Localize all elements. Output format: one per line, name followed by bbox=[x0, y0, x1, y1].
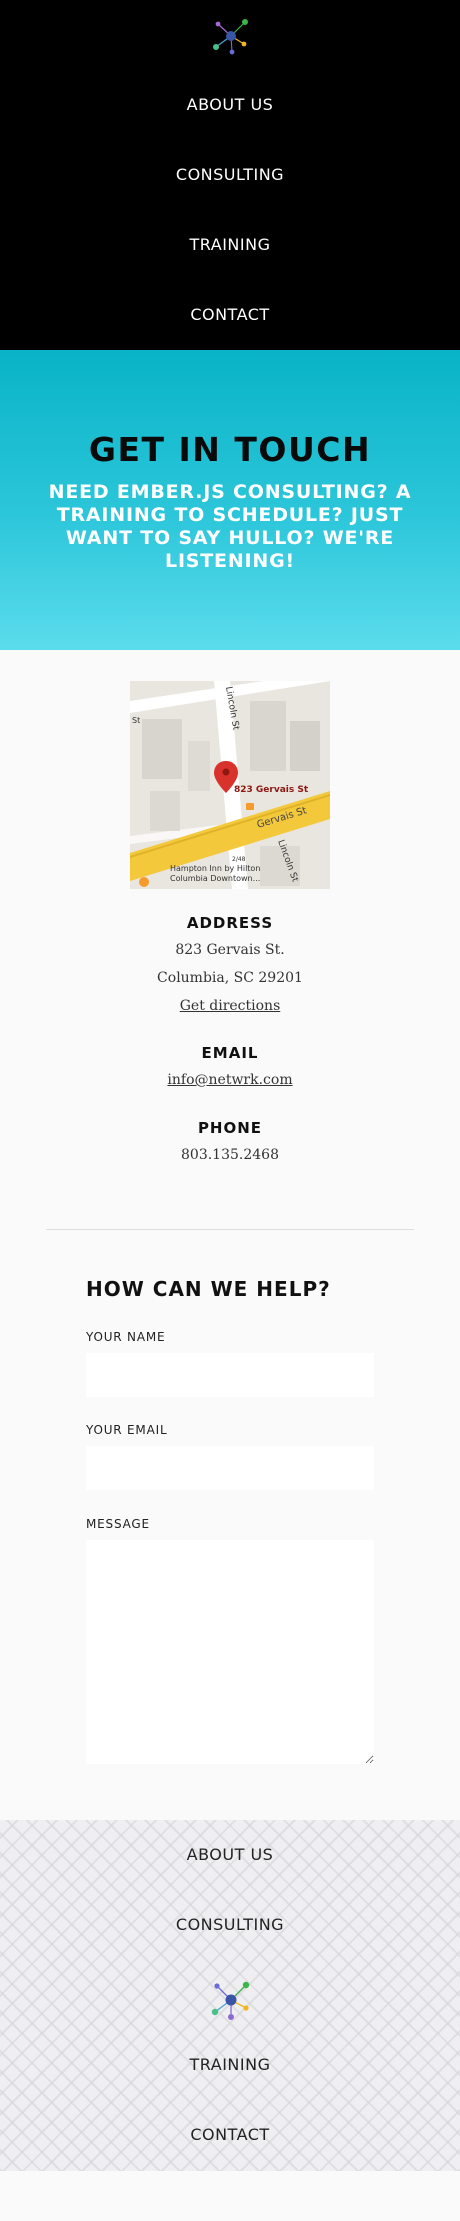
address-heading: ADDRESS bbox=[186, 914, 274, 932]
footer-nav-about-us[interactable]: ABOUT US bbox=[0, 1845, 460, 1864]
email-input[interactable] bbox=[86, 1446, 374, 1490]
cafe-icon bbox=[246, 803, 254, 810]
map-street-label: St bbox=[132, 716, 140, 725]
footer-nav-training[interactable]: TRAINING bbox=[0, 2055, 460, 2074]
location-map[interactable]: Lincoln St Lincoln St Gervais St St 2/48… bbox=[130, 681, 330, 889]
page-title: GET IN TOUCH bbox=[88, 430, 372, 469]
map-marker-label: 823 Gervais St bbox=[234, 785, 309, 795]
footer-navigation: ABOUT US CONSULTING TRAINING CONTACT bbox=[0, 1820, 460, 2171]
nav-contact[interactable]: CONTACT bbox=[0, 305, 460, 324]
map-route-label: 2/48 bbox=[232, 856, 246, 863]
form-heading: HOW CAN WE HELP? bbox=[86, 1277, 331, 1301]
email-heading: EMAIL bbox=[201, 1044, 259, 1062]
poi-icon bbox=[139, 877, 149, 887]
email-link[interactable]: info@netwrk.com bbox=[167, 1072, 292, 1088]
name-input[interactable] bbox=[86, 1353, 374, 1397]
nav-consulting[interactable]: CONSULTING bbox=[0, 165, 460, 184]
phone-number: 803.135.2468 bbox=[181, 1147, 279, 1163]
message-textarea[interactable] bbox=[86, 1540, 374, 1764]
top-navigation: ABOUT US CONSULTING TRAINING CONTACT bbox=[0, 0, 460, 350]
nav-training[interactable]: TRAINING bbox=[0, 235, 460, 254]
address-line-2: Columbia, SC 29201 bbox=[157, 970, 303, 986]
nav-about-us[interactable]: ABOUT US bbox=[0, 95, 460, 114]
network-nodes-icon[interactable] bbox=[210, 16, 252, 56]
network-nodes-icon[interactable] bbox=[209, 1978, 253, 2022]
email-field-label: YOUR EMAIL bbox=[86, 1423, 168, 1437]
message-label: MESSAGE bbox=[86, 1517, 150, 1531]
address-line-1: 823 Gervais St. bbox=[175, 942, 285, 958]
map-poi-label: Columbia Downtown... bbox=[170, 874, 260, 883]
footer-nav-contact[interactable]: CONTACT bbox=[0, 2125, 460, 2144]
contact-info-section: Lincoln St Lincoln St Gervais St St 2/48… bbox=[0, 650, 460, 1230]
contact-form: HOW CAN WE HELP? YOUR NAME YOUR EMAIL ME… bbox=[0, 1230, 460, 1820]
footer-nav-consulting[interactable]: CONSULTING bbox=[0, 1915, 460, 1934]
get-directions-link[interactable]: Get directions bbox=[180, 998, 281, 1014]
hero-tagline: NEED EMBER.JS CONSULTING? A TRAINING TO … bbox=[48, 481, 412, 572]
phone-heading: PHONE bbox=[197, 1119, 263, 1137]
name-label: YOUR NAME bbox=[86, 1330, 166, 1344]
hero-banner: GET IN TOUCH NEED EMBER.JS CONSULTING? A… bbox=[0, 350, 460, 650]
map-poi-label: Hampton Inn by Hilton bbox=[170, 864, 260, 873]
